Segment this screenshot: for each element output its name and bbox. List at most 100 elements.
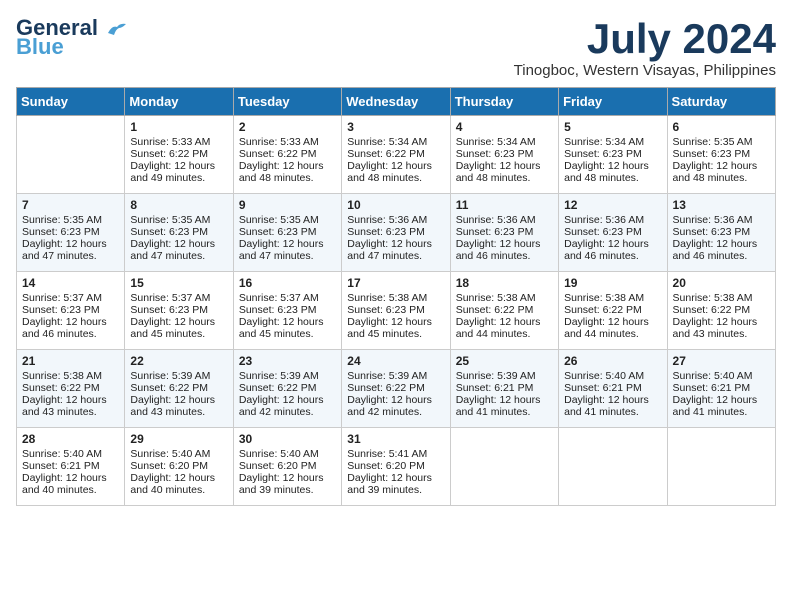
day-number: 6 — [673, 120, 770, 134]
sunrise-text: Sunrise: 5:36 AM — [564, 214, 661, 226]
day-number: 16 — [239, 276, 336, 290]
sunrise-text: Sunrise: 5:34 AM — [564, 136, 661, 148]
sunrise-text: Sunrise: 5:36 AM — [456, 214, 553, 226]
daylight-text: Daylight: 12 hours and 49 minutes. — [130, 160, 227, 184]
calendar-cell: 17Sunrise: 5:38 AMSunset: 6:23 PMDayligh… — [342, 272, 450, 350]
day-number: 3 — [347, 120, 444, 134]
location-title: Tinogboc, Western Visayas, Philippines — [514, 62, 776, 79]
calendar-cell: 21Sunrise: 5:38 AMSunset: 6:22 PMDayligh… — [17, 350, 125, 428]
day-number: 23 — [239, 354, 336, 368]
daylight-text: Daylight: 12 hours and 43 minutes. — [673, 316, 770, 340]
sunrise-text: Sunrise: 5:38 AM — [564, 292, 661, 304]
sunrise-text: Sunrise: 5:36 AM — [673, 214, 770, 226]
sunrise-text: Sunrise: 5:39 AM — [130, 370, 227, 382]
sunset-text: Sunset: 6:20 PM — [347, 460, 444, 472]
day-number: 4 — [456, 120, 553, 134]
calendar-cell — [667, 428, 775, 506]
day-number: 11 — [456, 198, 553, 212]
sunrise-text: Sunrise: 5:37 AM — [239, 292, 336, 304]
calendar-cell — [559, 428, 667, 506]
calendar-cell: 20 Sunrise: 5:38 AMSunset: 6:22 PMDayligh… — [667, 272, 775, 350]
sunrise-text: Sunrise: 5:41 AM — [347, 448, 444, 460]
sunset-text: Sunset: 6:22 PM — [347, 148, 444, 160]
daylight-text: Daylight: 12 hours and 39 minutes. — [239, 472, 336, 496]
title-block: July 2024 Tinogboc, Western Visayas, Phi… — [514, 16, 776, 79]
sunset-text: Sunset: 6:22 PM — [347, 382, 444, 394]
day-number: 12 — [564, 198, 661, 212]
col-saturday: Saturday — [667, 88, 775, 116]
day-number: 15 — [130, 276, 227, 290]
calendar-week-2: 7Sunrise: 5:35 AMSunset: 6:23 PMDaylight… — [17, 194, 776, 272]
sunset-text: Sunset: 6:23 PM — [456, 226, 553, 238]
calendar-cell: 30Sunrise: 5:40 AMSunset: 6:20 PMDayligh… — [233, 428, 341, 506]
daylight-text: Daylight: 12 hours and 41 minutes. — [564, 394, 661, 418]
day-number: 26 — [564, 354, 661, 368]
sunset-text: Sunset: 6:22 PM — [239, 382, 336, 394]
sunrise-text: Sunrise: 5:36 AM — [347, 214, 444, 226]
day-number: 1 — [130, 120, 227, 134]
col-tuesday: Tuesday — [233, 88, 341, 116]
day-number: 9 — [239, 198, 336, 212]
daylight-text: Daylight: 12 hours and 47 minutes. — [130, 238, 227, 262]
daylight-text: Daylight: 12 hours and 40 minutes. — [22, 472, 119, 496]
sunset-text: Sunset: 6:23 PM — [673, 148, 770, 160]
sunrise-text: Sunrise: 5:38 AM — [673, 292, 770, 304]
sunrise-text: Sunrise: 5:40 AM — [673, 370, 770, 382]
day-number: 10 — [347, 198, 444, 212]
calendar-cell: 26Sunrise: 5:40 AMSunset: 6:21 PMDayligh… — [559, 350, 667, 428]
sunset-text: Sunset: 6:22 PM — [564, 304, 661, 316]
calendar-cell: 9Sunrise: 5:35 AMSunset: 6:23 PMDaylight… — [233, 194, 341, 272]
day-number: 14 — [22, 276, 119, 290]
daylight-text: Daylight: 12 hours and 48 minutes. — [564, 160, 661, 184]
calendar-cell: 4Sunrise: 5:34 AMSunset: 6:23 PMDaylight… — [450, 116, 558, 194]
day-number: 24 — [347, 354, 444, 368]
day-number: 20 — [673, 276, 770, 290]
day-number: 19 — [564, 276, 661, 290]
col-sunday: Sunday — [17, 88, 125, 116]
sunset-text: Sunset: 6:23 PM — [130, 226, 227, 238]
day-number: 18 — [456, 276, 553, 290]
day-number: 27 — [673, 354, 770, 368]
sunrise-text: Sunrise: 5:34 AM — [347, 136, 444, 148]
daylight-text: Daylight: 12 hours and 41 minutes. — [456, 394, 553, 418]
daylight-text: Daylight: 12 hours and 39 minutes. — [347, 472, 444, 496]
sunset-text: Sunset: 6:20 PM — [239, 460, 336, 472]
calendar-cell: 1Sunrise: 5:33 AMSunset: 6:22 PMDaylight… — [125, 116, 233, 194]
col-monday: Monday — [125, 88, 233, 116]
sunrise-text: Sunrise: 5:33 AM — [239, 136, 336, 148]
sunrise-text: Sunrise: 5:34 AM — [456, 136, 553, 148]
sunset-text: Sunset: 6:22 PM — [130, 148, 227, 160]
sunrise-text: Sunrise: 5:38 AM — [347, 292, 444, 304]
col-thursday: Thursday — [450, 88, 558, 116]
calendar-cell: 3Sunrise: 5:34 AMSunset: 6:22 PMDaylight… — [342, 116, 450, 194]
sunset-text: Sunset: 6:23 PM — [347, 226, 444, 238]
day-number: 31 — [347, 432, 444, 446]
sunset-text: Sunset: 6:23 PM — [22, 304, 119, 316]
sunset-text: Sunset: 6:23 PM — [130, 304, 227, 316]
sunset-text: Sunset: 6:22 PM — [239, 148, 336, 160]
sunset-text: Sunset: 6:23 PM — [239, 304, 336, 316]
sunrise-text: Sunrise: 5:39 AM — [456, 370, 553, 382]
calendar-week-5: 28Sunrise: 5:40 AMSunset: 6:21 PMDayligh… — [17, 428, 776, 506]
daylight-text: Daylight: 12 hours and 43 minutes. — [130, 394, 227, 418]
day-number: 21 — [22, 354, 119, 368]
daylight-text: Daylight: 12 hours and 45 minutes. — [347, 316, 444, 340]
calendar-cell: 6Sunrise: 5:35 AMSunset: 6:23 PMDaylight… — [667, 116, 775, 194]
calendar-cell: 2Sunrise: 5:33 AMSunset: 6:22 PMDaylight… — [233, 116, 341, 194]
daylight-text: Daylight: 12 hours and 48 minutes. — [239, 160, 336, 184]
sunrise-text: Sunrise: 5:39 AM — [239, 370, 336, 382]
calendar-cell — [17, 116, 125, 194]
sunset-text: Sunset: 6:22 PM — [22, 382, 119, 394]
sunrise-text: Sunrise: 5:40 AM — [130, 448, 227, 460]
sunset-text: Sunset: 6:22 PM — [673, 304, 770, 316]
calendar-table: Sunday Monday Tuesday Wednesday Thursday… — [16, 87, 776, 506]
sunset-text: Sunset: 6:23 PM — [564, 148, 661, 160]
day-number: 13 — [673, 198, 770, 212]
sunset-text: Sunset: 6:22 PM — [456, 304, 553, 316]
sunrise-text: Sunrise: 5:38 AM — [22, 370, 119, 382]
daylight-text: Daylight: 12 hours and 47 minutes. — [22, 238, 119, 262]
daylight-text: Daylight: 12 hours and 46 minutes. — [22, 316, 119, 340]
day-number: 8 — [130, 198, 227, 212]
sunrise-text: Sunrise: 5:35 AM — [22, 214, 119, 226]
calendar-cell — [450, 428, 558, 506]
